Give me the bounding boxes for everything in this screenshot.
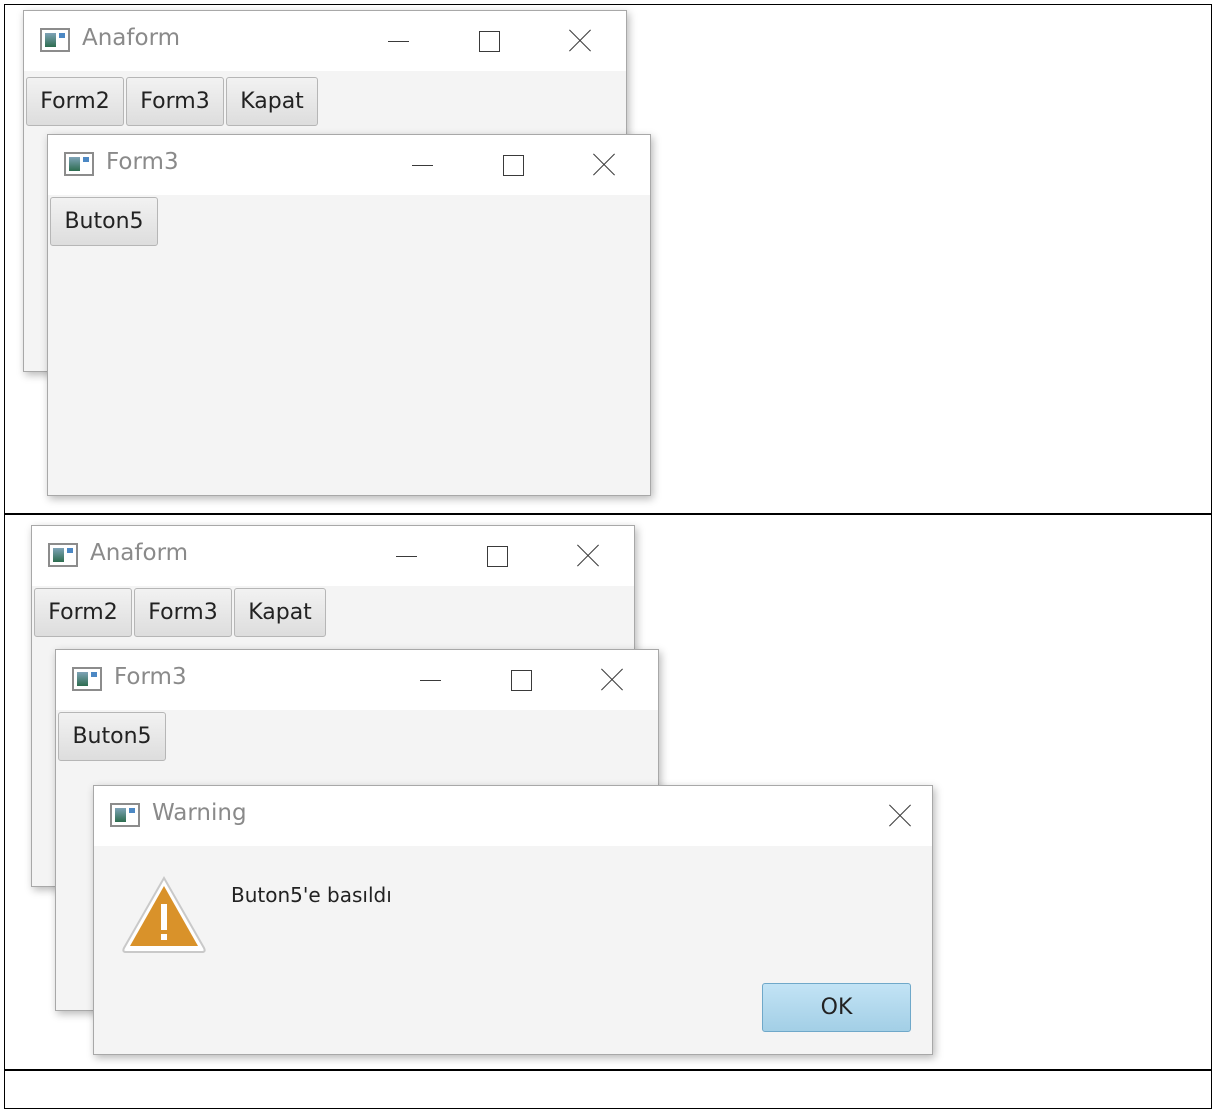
title-bar: Anaform	[32, 526, 634, 586]
empty-table-row	[5, 1071, 1211, 1108]
form3-button[interactable]: Form3	[134, 588, 232, 637]
title-bar: Form3	[56, 650, 658, 710]
maximize-icon[interactable]	[475, 536, 519, 576]
kapat-button[interactable]: Kapat	[234, 588, 326, 637]
app-icon	[72, 667, 102, 691]
minimize-icon[interactable]	[401, 145, 445, 185]
form3-button[interactable]: Form3	[126, 77, 224, 126]
warning-dialog: Warning Buton5'e basıldı OK	[93, 785, 933, 1055]
minimize-icon[interactable]	[409, 660, 453, 700]
form3-window: Form3 Buton5	[47, 134, 651, 496]
buton5-button[interactable]: Buton5	[58, 712, 166, 761]
app-icon	[40, 28, 70, 52]
screenshot-top: Anaform Form2 Form3 Kapat Form3 Buton5	[5, 5, 664, 513]
window-title: Anaform	[90, 540, 189, 566]
warning-icon	[122, 875, 206, 953]
window-title: Form3	[114, 664, 187, 690]
screenshot-bottom: Anaform Form2 Form3 Kapat Form3 Buton5 W…	[5, 515, 945, 1069]
close-icon[interactable]	[590, 660, 634, 700]
maximize-icon[interactable]	[499, 660, 543, 700]
minimize-icon[interactable]	[377, 21, 421, 61]
window-title: Anaform	[82, 25, 181, 51]
close-icon[interactable]	[878, 796, 922, 836]
close-icon[interactable]	[566, 536, 610, 576]
maximize-icon[interactable]	[491, 145, 535, 185]
title-bar: Form3	[48, 135, 650, 195]
app-icon	[48, 543, 78, 567]
title-bar: Anaform	[24, 11, 626, 71]
close-icon[interactable]	[582, 145, 626, 185]
app-icon	[64, 152, 94, 176]
maximize-icon[interactable]	[467, 21, 511, 61]
dialog-title: Warning	[152, 800, 247, 826]
ok-button[interactable]: OK	[762, 983, 911, 1032]
close-icon[interactable]	[558, 21, 602, 61]
app-icon	[110, 803, 140, 827]
form2-button[interactable]: Form2	[26, 77, 124, 126]
buton5-button[interactable]: Buton5	[50, 197, 158, 246]
dialog-message: Buton5'e basıldı	[231, 883, 392, 907]
kapat-button[interactable]: Kapat	[226, 77, 318, 126]
form2-button[interactable]: Form2	[34, 588, 132, 637]
window-title: Form3	[106, 149, 179, 175]
title-bar: Warning	[94, 786, 932, 846]
minimize-icon[interactable]	[385, 536, 429, 576]
